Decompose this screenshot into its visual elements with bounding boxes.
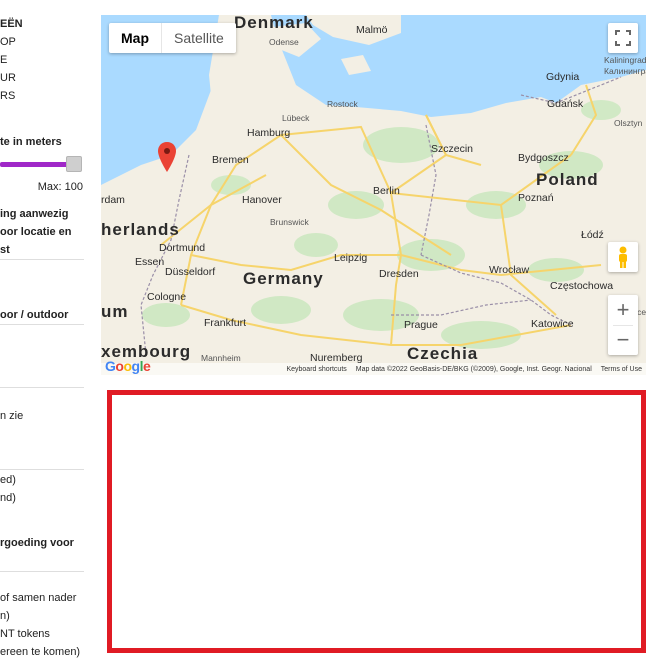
map-marker-icon[interactable] (158, 142, 176, 172)
city-label: Essen (135, 256, 165, 268)
zoom-control: + − (608, 295, 638, 355)
filter-option[interactable]: NT tokens (0, 628, 50, 640)
city-label: Dortmund (159, 242, 206, 254)
filter-option[interactable]: ed) (0, 474, 16, 486)
street-view-button[interactable] (608, 242, 638, 272)
filter-label: oor locatie en (0, 226, 72, 238)
divider (0, 571, 84, 572)
city-label: Leipzig (334, 252, 368, 264)
filter-heading: EËN (0, 18, 23, 30)
terms-link[interactable]: Terms of Use (601, 366, 642, 373)
divider (0, 324, 84, 325)
filter-option[interactable]: n) (0, 610, 10, 622)
map-attribution: Keyboard shortcuts Map data ©2022 GeoBas… (101, 363, 646, 375)
map-type-satellite-button[interactable]: Satellite (162, 23, 236, 53)
pegman-icon (619, 246, 627, 268)
city-label: Wrocław (489, 264, 530, 276)
city-label: Mannheim (201, 353, 241, 363)
filter-option[interactable]: nd) (0, 492, 16, 504)
country-label: Denmark (234, 15, 314, 32)
city-label: Hamburg (247, 127, 291, 139)
distance-slider-track[interactable] (0, 162, 72, 167)
filter-option[interactable]: RS (0, 90, 15, 102)
filter-option[interactable]: n zie (0, 410, 23, 422)
map-view[interactable]: Denmark Malmö Odense Gdynia Gdańsk Kalin… (101, 15, 646, 375)
city-label: Berlin (373, 185, 400, 197)
city-label: Cologne (147, 291, 187, 303)
city-label: Częstochowa (550, 280, 614, 292)
map-type-control: Map Satellite (109, 23, 236, 53)
filter-label: ing aanwezig (0, 208, 69, 220)
city-label: Dresden (379, 268, 419, 280)
filter-option[interactable]: OP (0, 36, 16, 48)
city-label: rdam (101, 194, 125, 206)
filter-option[interactable]: UR (0, 72, 16, 84)
country-label: herlands (101, 220, 180, 239)
city-label: Brunswick (270, 217, 309, 227)
country-label: Germany (243, 269, 324, 288)
city-label: Katowice (531, 318, 574, 330)
filter-label: st (0, 244, 10, 256)
slider-max-label: Max: 100 (37, 181, 83, 193)
country-label: um (101, 302, 129, 321)
city-label: Hanover (242, 194, 282, 206)
city-label: Gdynia (546, 71, 580, 83)
filter-option[interactable]: of samen nader (0, 592, 76, 604)
city-label: Odense (269, 37, 299, 47)
keyboard-shortcuts-link[interactable]: Keyboard shortcuts (286, 366, 346, 373)
city-label: Szczecin (431, 143, 474, 155)
fullscreen-icon (615, 30, 631, 46)
city-label: Łódź (581, 229, 604, 241)
indoor-outdoor-label: oor / outdoor (0, 309, 69, 321)
city-label: Bydgoszcz (518, 152, 569, 164)
map-data-text: Map data ©2022 GeoBasis-DE/BKG (©2009), … (355, 365, 592, 373)
country-label: Czechia (407, 344, 479, 363)
map-type-map-button[interactable]: Map (109, 23, 162, 53)
city-label: Düsseldorf (165, 266, 216, 278)
city-label: Frankfurt (204, 317, 247, 329)
city-label: Prague (404, 319, 438, 331)
city-label: Rostock (327, 99, 358, 109)
city-label: Bremen (212, 154, 249, 166)
city-label: Lübeck (282, 113, 310, 123)
city-label: Olsztyn (614, 118, 643, 128)
filter-sidebar: EËN OP E UR RS te in meters Max: 100 ing… (0, 0, 86, 669)
city-label: Poznań (518, 192, 554, 204)
filter-option[interactable]: E (0, 54, 7, 66)
divider (0, 259, 84, 260)
divider (0, 387, 84, 388)
distance-label: te in meters (0, 136, 62, 148)
filter-option[interactable]: ereen te komen) (0, 646, 80, 658)
compensation-label: rgoeding voor (0, 537, 74, 549)
city-label: Gdańsk (547, 98, 584, 110)
results-placeholder-frame (107, 390, 646, 653)
country-label: Poland (536, 170, 599, 189)
fullscreen-button[interactable] (608, 23, 638, 53)
zoom-out-button[interactable]: − (608, 325, 638, 355)
google-logo[interactable]: Google (105, 358, 151, 374)
city-label: Malmö (356, 24, 388, 36)
divider (0, 469, 84, 470)
zoom-in-button[interactable]: + (608, 295, 638, 325)
distance-slider-handle[interactable] (66, 156, 82, 172)
city-label: Калининград (604, 66, 646, 76)
city-label: Kaliningrad (604, 55, 646, 65)
